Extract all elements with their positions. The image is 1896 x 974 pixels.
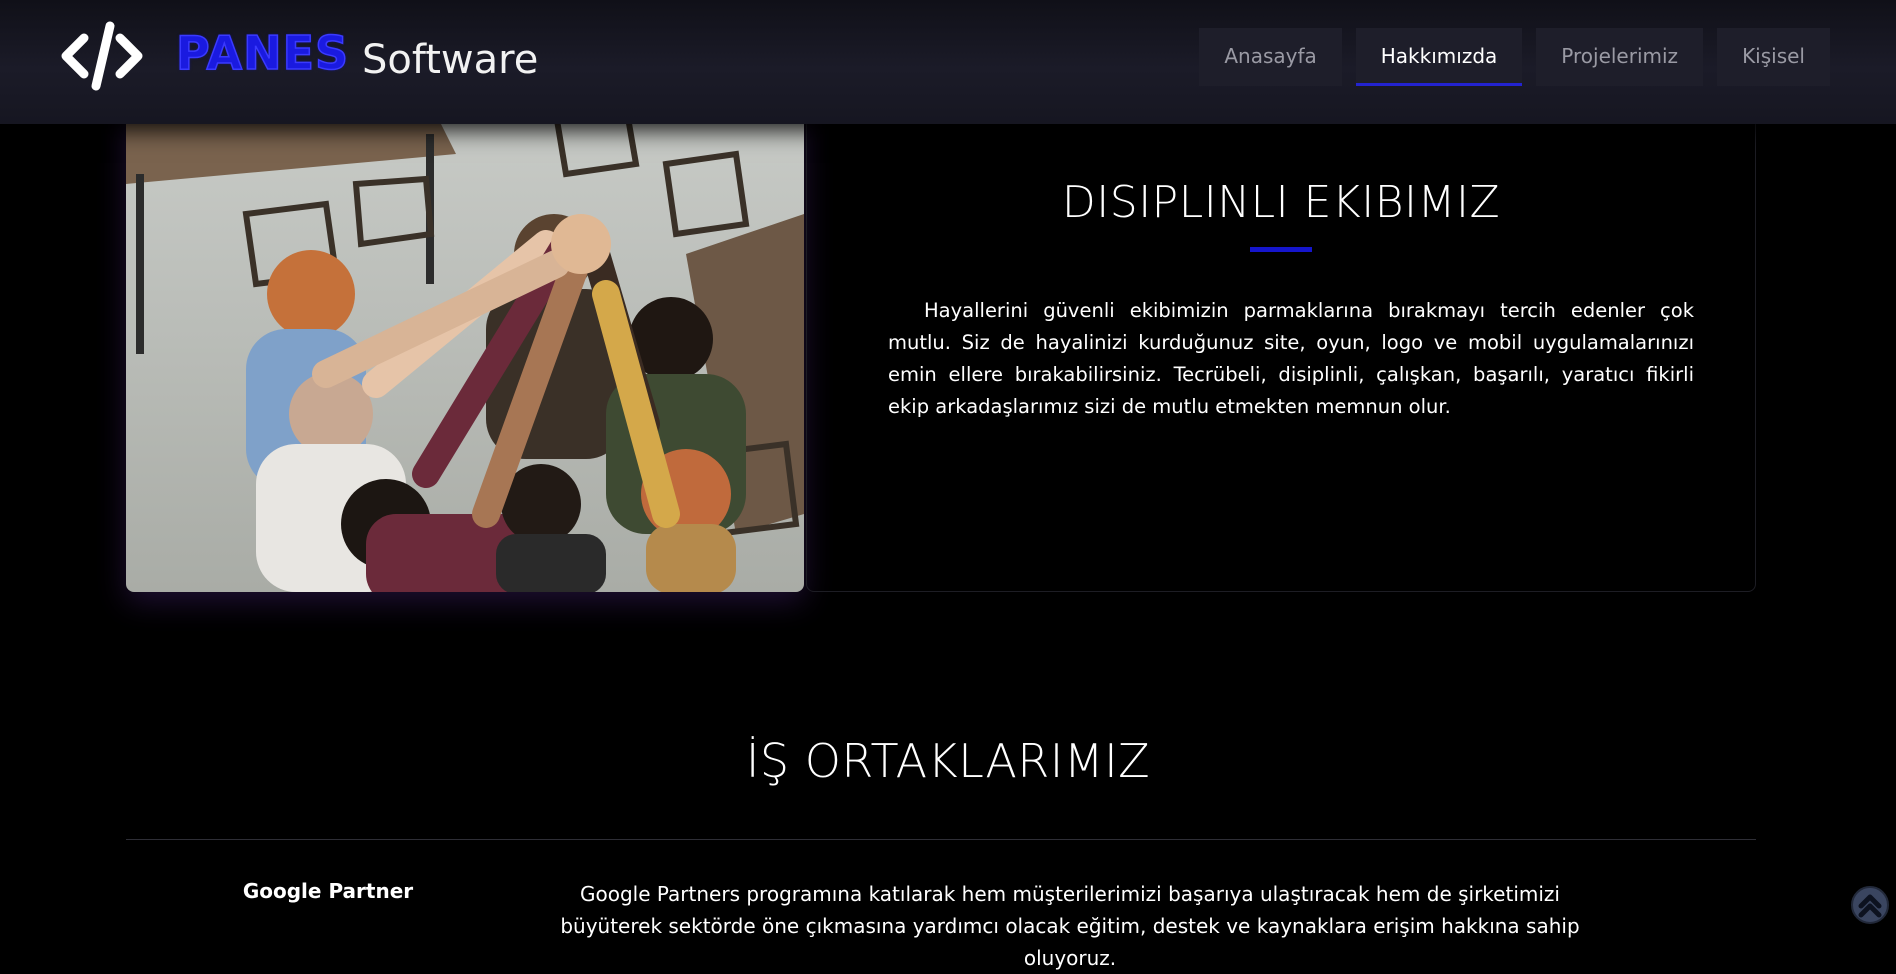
nav-item-anasayfa[interactable]: Anasayfa xyxy=(1199,28,1342,86)
code-brackets-logo-icon[interactable] xyxy=(60,18,144,94)
team-description: Hayallerini güvenli ekibimizin parmaklar… xyxy=(888,299,1694,418)
partner-name: Google Partner xyxy=(242,879,414,903)
team-high-five-photo-icon xyxy=(126,94,804,592)
section-divider xyxy=(126,839,1756,840)
site-header: PANES Software Anasayfa Hakkımızda Proje… xyxy=(0,0,1896,124)
team-info-card: DISIPLINLI EKIBIMIZ Hayallerini güvenli … xyxy=(806,94,1756,592)
title-underline-accent xyxy=(1250,247,1312,252)
scroll-to-top-chevron-icon[interactable] xyxy=(1850,885,1890,925)
main-navigation: Anasayfa Hakkımızda Projelerimiz Kişisel xyxy=(1199,28,1830,86)
team-photo xyxy=(126,94,804,592)
brand-suffix: Software xyxy=(362,37,539,83)
partners-section-title: İŞ ORTAKLARIMIZ xyxy=(745,734,1151,788)
partner-description: Google Partners programına katılarak hem… xyxy=(560,882,1580,970)
team-section-title: DISIPLINLI EKIBIMIZ xyxy=(1061,177,1501,228)
nav-item-kisisel[interactable]: Kişisel xyxy=(1717,28,1830,86)
brand-name[interactable]: PANES xyxy=(175,29,349,77)
nav-item-projelerimiz[interactable]: Projelerimiz xyxy=(1536,28,1704,86)
nav-item-hakkimizda[interactable]: Hakkımızda xyxy=(1355,28,1523,86)
